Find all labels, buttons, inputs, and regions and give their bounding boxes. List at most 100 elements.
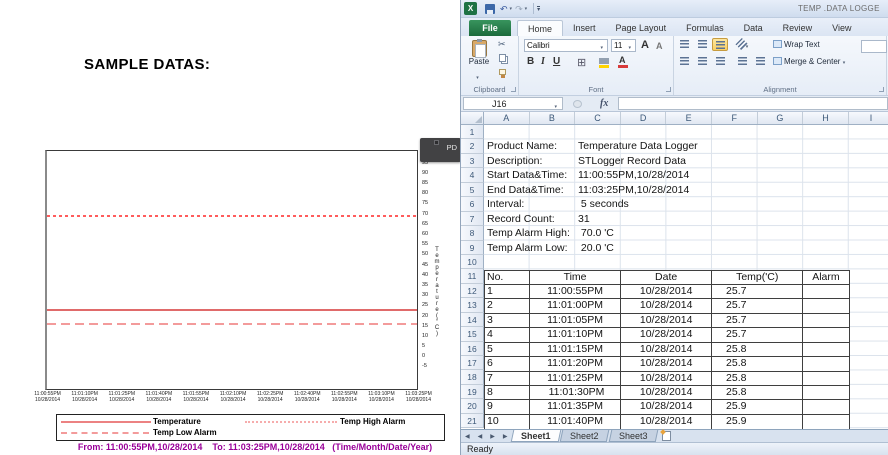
column-header[interactable]: F bbox=[712, 112, 758, 124]
row-header[interactable]: 4 bbox=[461, 168, 484, 182]
borders-button[interactable]: ⊞ bbox=[577, 56, 586, 69]
bold-button[interactable]: B bbox=[527, 56, 534, 67]
cell-no[interactable]: 9 bbox=[485, 400, 530, 413]
info-label-cell[interactable]: End Data&Time: bbox=[487, 184, 564, 196]
cell-date[interactable]: 10/28/2014 bbox=[621, 386, 712, 399]
shrink-font-button[interactable]: A bbox=[656, 41, 663, 51]
column-header[interactable]: B bbox=[530, 112, 576, 124]
cell-time[interactable]: 11:01:00PM bbox=[530, 299, 621, 312]
cell-time[interactable]: 11:01:15PM bbox=[530, 343, 621, 356]
align-center-button[interactable] bbox=[694, 55, 710, 68]
row-header[interactable]: 3 bbox=[461, 154, 484, 168]
undo-icon[interactable]: ↶ bbox=[500, 2, 508, 16]
row-header[interactable]: 9 bbox=[461, 241, 484, 255]
cell-alarm[interactable] bbox=[803, 299, 848, 312]
select-all-corner[interactable] bbox=[461, 112, 484, 125]
cells-area[interactable]: Product Name: Temperature Data Logger De… bbox=[484, 125, 888, 429]
info-label-cell[interactable]: Product Name: bbox=[487, 140, 557, 152]
cell-date[interactable]: 10/28/2014 bbox=[621, 314, 712, 327]
name-box[interactable]: J16 ▾ bbox=[463, 97, 563, 110]
row-header[interactable]: 16 bbox=[461, 342, 484, 356]
cell-date[interactable]: 10/28/2014 bbox=[621, 400, 712, 413]
cell-alarm[interactable] bbox=[803, 372, 848, 385]
cell-date[interactable]: 10/28/2014 bbox=[621, 328, 712, 341]
cell-alarm[interactable] bbox=[803, 285, 848, 298]
merge-center-button[interactable]: Merge & Center ▾ bbox=[773, 55, 848, 70]
increase-indent-button[interactable] bbox=[752, 55, 768, 68]
tab-view[interactable]: View bbox=[822, 20, 861, 36]
tab-page-layout[interactable]: Page Layout bbox=[606, 20, 677, 36]
cell-alarm[interactable] bbox=[803, 386, 848, 399]
info-label-cell[interactable]: Interval: bbox=[487, 198, 524, 210]
font-name-select[interactable]: Calibri ▾ bbox=[524, 39, 608, 52]
sheet-tab-sheet3[interactable]: Sheet3 bbox=[608, 430, 657, 442]
row-header[interactable]: 17 bbox=[461, 356, 484, 370]
header-temp[interactable]: Temp('C) bbox=[712, 271, 803, 284]
cell-date[interactable]: 10/28/2014 bbox=[621, 357, 712, 370]
row-header[interactable]: 11 bbox=[461, 269, 484, 283]
header-no[interactable]: No. bbox=[485, 271, 530, 284]
sheet-tab-sheet1[interactable]: Sheet1 bbox=[510, 430, 560, 442]
align-middle-button[interactable] bbox=[694, 38, 710, 51]
cell-alarm[interactable] bbox=[803, 328, 848, 341]
cell-date[interactable]: 10/28/2014 bbox=[621, 372, 712, 385]
redo-icon[interactable]: ↷ bbox=[515, 2, 523, 16]
info-value-cell[interactable]: 11:00:55PM,10/28/2014 bbox=[578, 169, 689, 181]
row-header[interactable]: 15 bbox=[461, 327, 484, 341]
orientation-button[interactable]: ▾ bbox=[736, 38, 752, 51]
insert-worksheet-icon[interactable] bbox=[662, 431, 671, 441]
first-sheet-icon[interactable]: ◀ bbox=[465, 433, 472, 440]
save-icon[interactable] bbox=[485, 4, 495, 14]
row-header[interactable]: 7 bbox=[461, 212, 484, 226]
cell-alarm[interactable] bbox=[803, 343, 848, 356]
tab-review[interactable]: Review bbox=[773, 20, 823, 36]
cell-temp[interactable]: 25.7 bbox=[712, 328, 803, 341]
cell-temp[interactable]: 25.7 bbox=[712, 285, 803, 298]
row-header[interactable]: 6 bbox=[461, 197, 484, 211]
cell-no[interactable]: 5 bbox=[485, 343, 530, 356]
prev-sheet-icon[interactable]: ◀ bbox=[478, 433, 485, 440]
column-header[interactable]: D bbox=[621, 112, 667, 124]
cell-time[interactable]: 11:00:55PM bbox=[530, 285, 621, 298]
cell-temp[interactable]: 25.8 bbox=[712, 372, 803, 385]
tab-data[interactable]: Data bbox=[734, 20, 773, 36]
font-color-button[interactable]: A bbox=[619, 55, 626, 65]
tab-home[interactable]: Home bbox=[517, 20, 563, 36]
column-header[interactable]: G bbox=[758, 112, 804, 124]
cell-time[interactable]: 11:01:05PM bbox=[530, 314, 621, 327]
align-right-button[interactable] bbox=[712, 55, 728, 68]
clipboard-dialog-launcher-icon[interactable] bbox=[511, 87, 516, 92]
cell-no[interactable]: 6 bbox=[485, 357, 530, 370]
align-top-button[interactable] bbox=[676, 38, 692, 51]
info-value-cell[interactable]: 20.0 'C bbox=[578, 242, 614, 254]
fill-color-icon[interactable] bbox=[599, 58, 609, 64]
format-painter-icon[interactable] bbox=[499, 69, 506, 75]
info-value-cell[interactable]: 11:03:25PM,10/28/2014 bbox=[578, 184, 689, 196]
tab-file[interactable]: File bbox=[469, 20, 511, 36]
cell-time[interactable]: 11:01:35PM bbox=[530, 400, 621, 413]
header-alarm[interactable]: Alarm bbox=[803, 271, 848, 284]
column-header[interactable]: E bbox=[666, 112, 712, 124]
column-header[interactable]: C bbox=[575, 112, 621, 124]
formula-input[interactable] bbox=[618, 97, 888, 110]
cell-temp[interactable]: 25.7 bbox=[712, 299, 803, 312]
paste-button[interactable]: Paste ▾ bbox=[464, 38, 494, 82]
insert-function-icon[interactable]: fx bbox=[600, 98, 608, 109]
column-header[interactable]: I bbox=[849, 112, 888, 124]
cell-no[interactable]: 10 bbox=[485, 415, 530, 429]
last-sheet-icon[interactable]: ▶ bbox=[503, 433, 510, 440]
info-label-cell[interactable]: Temp Alarm Low: bbox=[487, 242, 568, 254]
grow-font-button[interactable]: A bbox=[641, 39, 649, 51]
info-value-cell[interactable]: 70.0 'C bbox=[578, 227, 614, 239]
paste-dropdown-icon[interactable]: ▾ bbox=[476, 75, 479, 81]
row-header[interactable]: 20 bbox=[461, 399, 484, 413]
cut-icon[interactable]: ✂ bbox=[498, 39, 506, 49]
alignment-dialog-launcher-icon[interactable] bbox=[879, 87, 884, 92]
redo-dropdown-icon[interactable]: ▾ bbox=[525, 6, 528, 12]
tab-formulas[interactable]: Formulas bbox=[676, 20, 734, 36]
row-header[interactable]: 2 bbox=[461, 139, 484, 153]
info-value-cell[interactable]: Temperature Data Logger bbox=[578, 140, 698, 152]
info-label-cell[interactable]: Description: bbox=[487, 155, 542, 167]
wrap-text-button[interactable]: Wrap Text bbox=[773, 38, 820, 51]
column-header[interactable]: H bbox=[803, 112, 849, 124]
